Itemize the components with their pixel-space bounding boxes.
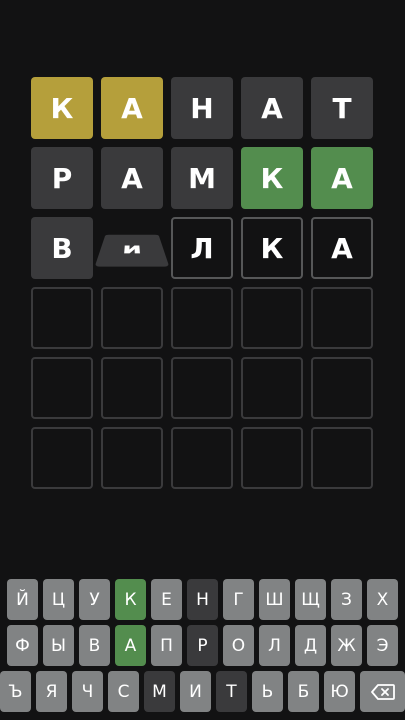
board-tile: А	[101, 77, 163, 139]
board-tile	[171, 287, 233, 349]
board-tile	[171, 357, 233, 419]
keyboard-key[interactable]: Л	[259, 625, 290, 666]
keyboard-key[interactable]: В	[79, 625, 110, 666]
board-tile	[241, 287, 303, 349]
keyboard-key[interactable]: К	[115, 579, 146, 620]
keyboard-key[interactable]: З	[331, 579, 362, 620]
board-tile: М	[171, 147, 233, 209]
keyboard-key[interactable]: Ч	[72, 671, 103, 712]
keyboard-key[interactable]: Х	[367, 579, 398, 620]
board-tile	[101, 287, 163, 349]
keyboard-key[interactable]: Ъ	[0, 671, 31, 712]
keyboard-key[interactable]: А	[115, 625, 146, 666]
board-tile: А	[311, 217, 373, 279]
keyboard-key[interactable]: Е	[151, 579, 182, 620]
board-tile: В	[31, 217, 93, 279]
keyboard-key[interactable]: Т	[216, 671, 247, 712]
backspace-icon	[370, 683, 395, 700]
board-tile	[31, 357, 93, 419]
board-tile	[101, 357, 163, 419]
keyboard-key[interactable]: О	[223, 625, 254, 666]
board-tile: А	[101, 147, 163, 209]
board-tile	[311, 287, 373, 349]
board-tile: Т	[311, 77, 373, 139]
game-board: КАНАТРАМКАВиЛКА	[31, 77, 373, 489]
keyboard-key[interactable]: У	[79, 579, 110, 620]
keyboard-key[interactable]: М	[144, 671, 175, 712]
keyboard-key[interactable]: Й	[7, 579, 38, 620]
board-tile	[31, 427, 93, 489]
board-tile	[311, 357, 373, 419]
board-tile: А	[241, 77, 303, 139]
keyboard-key[interactable]: Д	[295, 625, 326, 666]
keyboard-row: ЙЦУКЕНГШЩЗХ	[0, 579, 405, 620]
keyboard-key[interactable]: С	[108, 671, 139, 712]
keyboard-key[interactable]: Ш	[259, 579, 290, 620]
keyboard-key[interactable]: Э	[367, 625, 398, 666]
keyboard-key[interactable]: Я	[36, 671, 67, 712]
keyboard-key[interactable]: Ы	[43, 625, 74, 666]
keyboard-key[interactable]: Г	[223, 579, 254, 620]
keyboard-key[interactable]: Щ	[295, 579, 326, 620]
board-tile	[311, 427, 373, 489]
backspace-key[interactable]	[360, 671, 405, 712]
on-screen-keyboard: ЙЦУКЕНГШЩЗХ ФЫВАПРОЛДЖЭ ЪЯЧСМИТЬБЮ	[0, 579, 405, 717]
keyboard-row: ФЫВАПРОЛДЖЭ	[0, 625, 405, 666]
board-tile: К	[241, 147, 303, 209]
keyboard-key[interactable]: И	[180, 671, 211, 712]
board-tile: Р	[31, 147, 93, 209]
keyboard-key[interactable]: Ь	[252, 671, 283, 712]
board-tile: К	[241, 217, 303, 279]
board-tile	[241, 357, 303, 419]
board-tile	[171, 427, 233, 489]
keyboard-key[interactable]: Ц	[43, 579, 74, 620]
board-tile	[241, 427, 303, 489]
keyboard-key[interactable]: Н	[187, 579, 218, 620]
board-tile: и	[94, 234, 170, 267]
keyboard-key[interactable]: Ю	[324, 671, 355, 712]
keyboard-key[interactable]: Б	[288, 671, 319, 712]
keyboard-key[interactable]: Ж	[331, 625, 362, 666]
keyboard-key[interactable]: Р	[187, 625, 218, 666]
board-tile	[31, 287, 93, 349]
board-tile: А	[311, 147, 373, 209]
keyboard-key[interactable]: Ф	[7, 625, 38, 666]
board-tile: Л	[171, 217, 233, 279]
board-tile: К	[31, 77, 93, 139]
board-tile	[101, 427, 163, 489]
board-tile: Н	[171, 77, 233, 139]
keyboard-key[interactable]: П	[151, 625, 182, 666]
keyboard-row: ЪЯЧСМИТЬБЮ	[0, 671, 405, 712]
